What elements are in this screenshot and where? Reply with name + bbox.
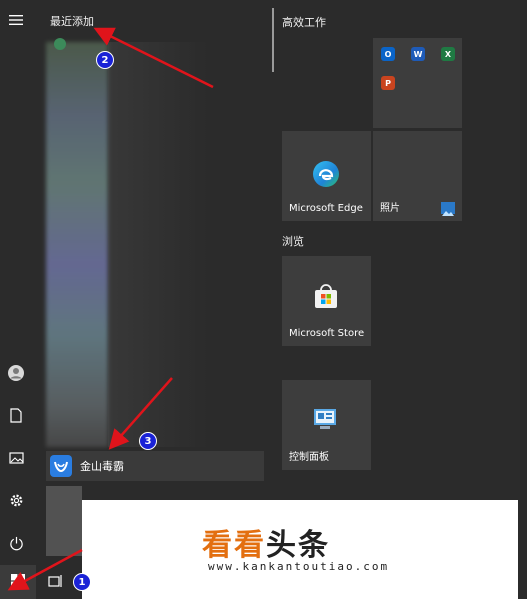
step-badge-2: 2: [96, 51, 114, 69]
step-badge-3: 3: [139, 432, 157, 450]
annotation-arrows: [7, 27, 214, 591]
arrow-to-recent-header: [93, 27, 214, 89]
arrow-to-start: [7, 548, 83, 591]
step-badge-1: 1: [73, 573, 91, 591]
